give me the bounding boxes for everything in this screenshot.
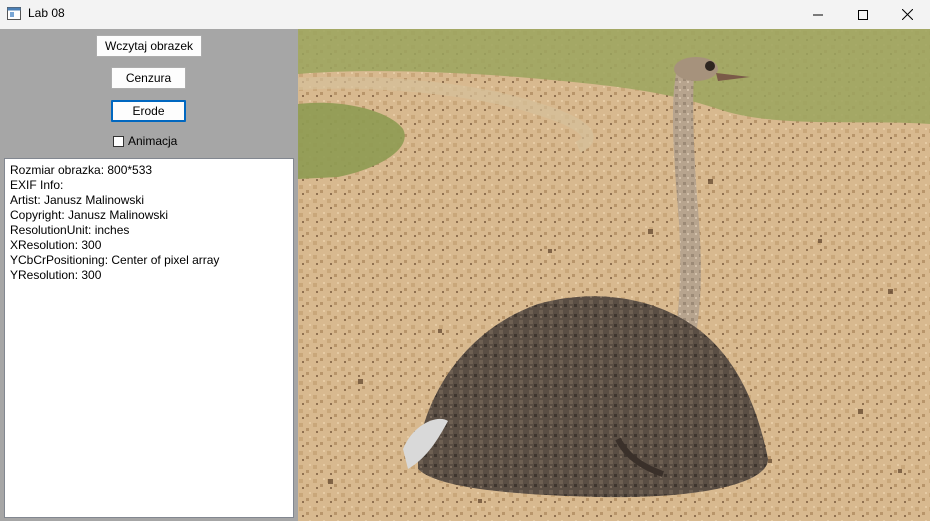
info-line: YResolution: 300 <box>10 268 102 282</box>
title-bar: Lab 08 <box>0 0 930 30</box>
info-line: Artist: Janusz Malinowski <box>10 193 145 207</box>
info-line: EXIF Info: <box>10 178 64 192</box>
animation-checkbox[interactable]: Animacja <box>113 133 177 149</box>
close-button[interactable] <box>884 0 930 29</box>
erode-button[interactable]: Erode <box>111 100 186 122</box>
exif-info-textbox[interactable]: Rozmiar obrazka: 800*533 EXIF Info: Arti… <box>4 158 294 518</box>
censor-button[interactable]: Cenzura <box>111 67 186 89</box>
minimize-button[interactable] <box>795 0 841 29</box>
checkbox-icon[interactable] <box>113 135 124 147</box>
info-line: XResolution: 300 <box>10 238 102 252</box>
maximize-icon <box>858 9 868 20</box>
image-display <box>298 29 930 521</box>
load-image-button[interactable]: Wczytaj obrazek <box>96 35 202 57</box>
app-icon <box>7 7 21 20</box>
control-panel: Wczytaj obrazek Cenzura Erode Animacja R… <box>0 29 298 521</box>
info-line: YCbCrPositioning: Center of pixel array <box>10 253 220 267</box>
window-title: Lab 08 <box>28 6 65 20</box>
close-icon <box>901 9 913 20</box>
minimize-icon <box>813 14 823 15</box>
maximize-button[interactable] <box>840 0 886 29</box>
animation-checkbox-label: Animacja <box>128 134 178 148</box>
ostrich-image <box>298 29 930 521</box>
info-line: Rozmiar obrazka: 800*533 <box>10 163 153 177</box>
info-line: Copyright: Janusz Malinowski <box>10 208 169 222</box>
info-line: ResolutionUnit: inches <box>10 223 130 237</box>
